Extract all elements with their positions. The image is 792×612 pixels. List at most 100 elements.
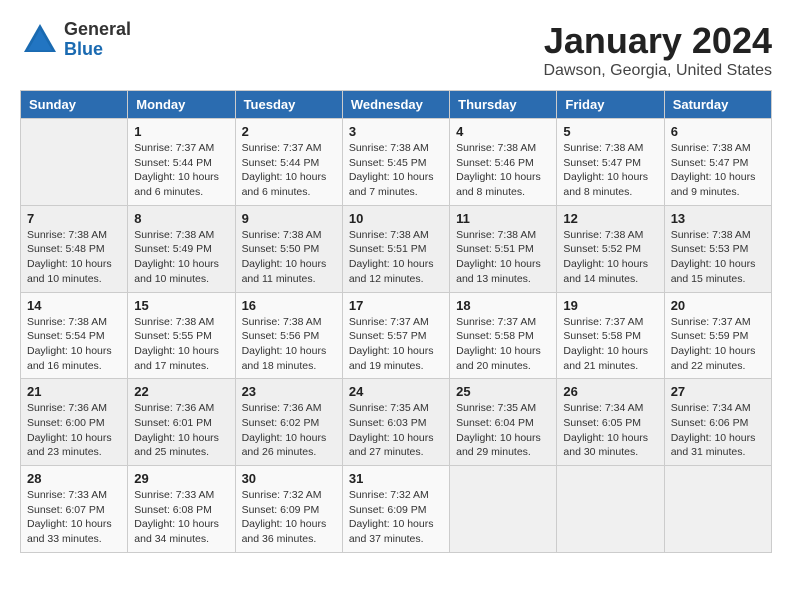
calendar-cell: 17 Sunrise: 7:37 AMSunset: 5:57 PMDayligh… [342,292,449,379]
day-info: Sunrise: 7:38 AMSunset: 5:47 PMDaylight:… [563,141,657,200]
calendar-cell: 5 Sunrise: 7:38 AMSunset: 5:47 PMDaylight… [557,119,664,206]
logo: General Blue [20,20,131,60]
calendar-body: 1Sunrise: 7:37 AMSunset: 5:44 PMDaylight… [21,119,772,553]
calendar-cell: 20 Sunrise: 7:37 AMSunset: 5:59 PMDayligh… [664,292,771,379]
calendar-cell: 28 Sunrise: 7:33 AMSunset: 6:07 PMDayligh… [21,466,128,553]
day-info: Sunrise: 7:38 AMSunset: 5:55 PMDaylight:… [134,315,228,374]
calendar-cell: 12 Sunrise: 7:38 AMSunset: 5:52 PMDayligh… [557,205,664,292]
day-info: Sunrise: 7:34 AMSunset: 6:06 PMDaylight:… [671,401,765,460]
day-number: 13 [671,211,765,226]
day-number: 11 [456,211,550,226]
week-row-4: 21 Sunrise: 7:36 AMSunset: 6:00 PMDayligh… [21,379,772,466]
day-number: 12 [563,211,657,226]
day-number: 19 [563,298,657,313]
calendar-cell: 1Sunrise: 7:37 AMSunset: 5:44 PMDaylight… [128,119,235,206]
weekday-header-wednesday: Wednesday [342,91,449,119]
calendar-cell: 31 Sunrise: 7:32 AMSunset: 6:09 PMDayligh… [342,466,449,553]
day-number: 7 [27,211,121,226]
day-number: 21 [27,384,121,399]
day-number: 2 [242,124,336,139]
logo-icon [20,20,60,60]
day-info: Sunrise: 7:37 AMSunset: 5:57 PMDaylight:… [349,315,443,374]
day-info: Sunrise: 7:32 AMSunset: 6:09 PMDaylight:… [242,488,336,547]
day-number: 30 [242,471,336,486]
calendar-cell: 9Sunrise: 7:38 AMSunset: 5:50 PMDaylight… [235,205,342,292]
day-info: Sunrise: 7:33 AMSunset: 6:07 PMDaylight:… [27,488,121,547]
calendar-cell [664,466,771,553]
day-info: Sunrise: 7:38 AMSunset: 5:49 PMDaylight:… [134,228,228,287]
day-info: Sunrise: 7:38 AMSunset: 5:51 PMDaylight:… [456,228,550,287]
calendar-cell: 22 Sunrise: 7:36 AMSunset: 6:01 PMDayligh… [128,379,235,466]
week-row-2: 7 Sunrise: 7:38 AMSunset: 5:48 PMDaylight… [21,205,772,292]
calendar-cell: 27 Sunrise: 7:34 AMSunset: 6:06 PMDayligh… [664,379,771,466]
day-number: 25 [456,384,550,399]
weekday-header-monday: Monday [128,91,235,119]
page-header: General Blue January 2024 Dawson, Georgi… [20,20,772,80]
calendar-cell: 11 Sunrise: 7:38 AMSunset: 5:51 PMDayligh… [450,205,557,292]
calendar-cell [450,466,557,553]
calendar-cell: 29 Sunrise: 7:33 AMSunset: 6:08 PMDayligh… [128,466,235,553]
day-number: 27 [671,384,765,399]
weekday-header-saturday: Saturday [664,91,771,119]
week-row-3: 14 Sunrise: 7:38 AMSunset: 5:54 PMDayligh… [21,292,772,379]
day-info: Sunrise: 7:38 AMSunset: 5:50 PMDaylight:… [242,228,336,287]
day-number: 18 [456,298,550,313]
day-info: Sunrise: 7:35 AMSunset: 6:03 PMDaylight:… [349,401,443,460]
day-info: Sunrise: 7:37 AMSunset: 5:58 PMDaylight:… [456,315,550,374]
calendar-cell: 19 Sunrise: 7:37 AMSunset: 5:58 PMDayligh… [557,292,664,379]
calendar-header: SundayMondayTuesdayWednesdayThursdayFrid… [21,91,772,119]
day-info: Sunrise: 7:34 AMSunset: 6:05 PMDaylight:… [563,401,657,460]
day-number: 6 [671,124,765,139]
day-info: Sunrise: 7:38 AMSunset: 5:47 PMDaylight:… [671,141,765,200]
day-number: 8 [134,211,228,226]
day-number: 17 [349,298,443,313]
calendar-cell: 25 Sunrise: 7:35 AMSunset: 6:04 PMDayligh… [450,379,557,466]
calendar-cell: 14 Sunrise: 7:38 AMSunset: 5:54 PMDayligh… [21,292,128,379]
day-number: 5 [563,124,657,139]
day-number: 24 [349,384,443,399]
day-number: 26 [563,384,657,399]
page-title: January 2024 [543,20,772,62]
day-info: Sunrise: 7:37 AMSunset: 5:44 PMDaylight:… [242,141,336,200]
logo-blue: Blue [64,40,131,60]
calendar-cell: 3Sunrise: 7:38 AMSunset: 5:45 PMDaylight… [342,119,449,206]
calendar-cell: 8 Sunrise: 7:38 AMSunset: 5:49 PMDaylight… [128,205,235,292]
day-info: Sunrise: 7:36 AMSunset: 6:00 PMDaylight:… [27,401,121,460]
calendar-cell: 2 Sunrise: 7:37 AMSunset: 5:44 PMDaylight… [235,119,342,206]
day-info: Sunrise: 7:37 AMSunset: 5:58 PMDaylight:… [563,315,657,374]
day-number: 29 [134,471,228,486]
calendar-cell [21,119,128,206]
day-info: Sunrise: 7:32 AMSunset: 6:09 PMDaylight:… [349,488,443,547]
logo-text: General Blue [64,20,131,60]
day-number: 31 [349,471,443,486]
calendar-cell: 4Sunrise: 7:38 AMSunset: 5:46 PMDaylight… [450,119,557,206]
weekday-header-sunday: Sunday [21,91,128,119]
calendar-cell: 30 Sunrise: 7:32 AMSunset: 6:09 PMDayligh… [235,466,342,553]
day-info: Sunrise: 7:33 AMSunset: 6:08 PMDaylight:… [134,488,228,547]
day-info: Sunrise: 7:38 AMSunset: 5:46 PMDaylight:… [456,141,550,200]
weekday-header-friday: Friday [557,91,664,119]
day-info: Sunrise: 7:35 AMSunset: 6:04 PMDaylight:… [456,401,550,460]
day-info: Sunrise: 7:37 AMSunset: 5:44 PMDaylight:… [134,141,228,200]
day-number: 28 [27,471,121,486]
day-number: 22 [134,384,228,399]
calendar-cell: 6 Sunrise: 7:38 AMSunset: 5:47 PMDaylight… [664,119,771,206]
day-info: Sunrise: 7:36 AMSunset: 6:01 PMDaylight:… [134,401,228,460]
calendar-cell: 18 Sunrise: 7:37 AMSunset: 5:58 PMDayligh… [450,292,557,379]
day-info: Sunrise: 7:38 AMSunset: 5:54 PMDaylight:… [27,315,121,374]
day-info: Sunrise: 7:36 AMSunset: 6:02 PMDaylight:… [242,401,336,460]
day-number: 20 [671,298,765,313]
calendar-cell: 15Sunrise: 7:38 AMSunset: 5:55 PMDayligh… [128,292,235,379]
day-info: Sunrise: 7:38 AMSunset: 5:51 PMDaylight:… [349,228,443,287]
day-info: Sunrise: 7:38 AMSunset: 5:53 PMDaylight:… [671,228,765,287]
calendar-cell: 7 Sunrise: 7:38 AMSunset: 5:48 PMDaylight… [21,205,128,292]
calendar-cell [557,466,664,553]
logo-general: General [64,20,131,40]
day-number: 14 [27,298,121,313]
day-info: Sunrise: 7:37 AMSunset: 5:59 PMDaylight:… [671,315,765,374]
week-row-5: 28 Sunrise: 7:33 AMSunset: 6:07 PMDayligh… [21,466,772,553]
calendar-cell: 24 Sunrise: 7:35 AMSunset: 6:03 PMDayligh… [342,379,449,466]
title-block: January 2024 Dawson, Georgia, United Sta… [543,20,772,80]
day-info: Sunrise: 7:38 AMSunset: 5:52 PMDaylight:… [563,228,657,287]
day-info: Sunrise: 7:38 AMSunset: 5:48 PMDaylight:… [27,228,121,287]
